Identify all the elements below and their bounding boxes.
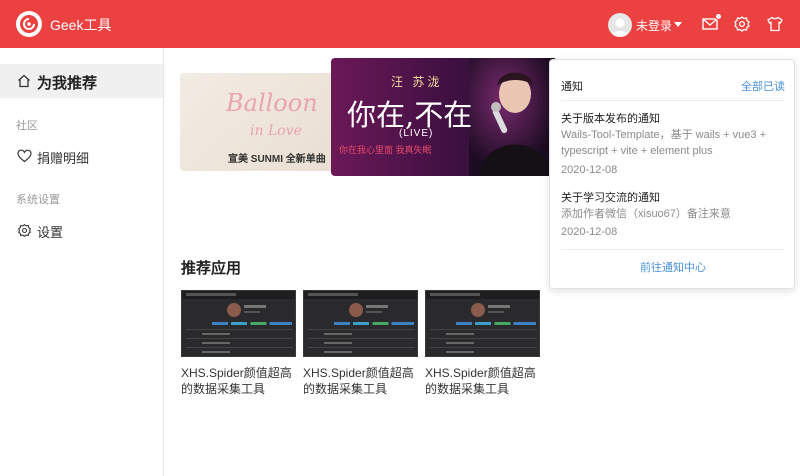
sidebar-item-label: 设置 (37, 225, 64, 240)
notice-body: 添加作者微信（xisuo67）备注来意 (561, 208, 731, 220)
sidebar-item-label: 捐赠明细 (37, 151, 90, 166)
app-card-label: XHS.Spider颜值超高的数据采集工具 (181, 366, 292, 396)
sidebar-item-recommend[interactable]: 为我推荐 (0, 64, 163, 98)
banner-tagline: 你在我心里面 我真失眠 (339, 145, 432, 155)
divider (561, 249, 785, 250)
notice-title[interactable]: 关于学习交流的通知 (561, 189, 660, 205)
avatar-icon[interactable] (608, 13, 632, 37)
app-thumbnail (181, 290, 296, 357)
app-title: Geek工具 (50, 17, 112, 33)
sidebar-group-system-settings: 系统设置 (16, 194, 60, 206)
notice-body: Wails-Tool-Template，基于 wails + vue3 + ty… (561, 129, 766, 157)
notification-title: 通知 (561, 81, 583, 93)
banner-script-text-2: in Love (250, 123, 302, 139)
settings-gear-icon[interactable] (733, 15, 751, 33)
banner-singer: 汪 苏泷 (391, 75, 443, 89)
banner-main[interactable]: 汪 苏泷 你在,不在 (LIVE) 你在我心里面 我真失眠 (331, 58, 557, 176)
notice-title[interactable]: 关于版本发布的通知 (561, 110, 660, 126)
heart-icon (17, 149, 32, 168)
divider (561, 100, 785, 101)
app-logo-icon[interactable] (16, 11, 42, 37)
banner-live-label: (LIVE) (399, 128, 434, 139)
sidebar-item-settings[interactable]: 设置 (0, 218, 163, 244)
section-title-recommended-apps: 推荐应用 (181, 260, 242, 277)
sidebar-group-community: 社区 (16, 120, 38, 132)
top-bar: Geek工具 未登录 (0, 0, 800, 48)
chevron-down-icon[interactable] (674, 22, 682, 27)
sidebar: 为我推荐 社区 捐赠明细 系统设置 设置 (0, 48, 164, 476)
notice-date: 2020-12-08 (561, 226, 618, 238)
sidebar-item-donation[interactable]: 捐赠明细 (0, 144, 163, 170)
app-thumbnail (303, 290, 418, 357)
banner-left[interactable]: Balloon in Love 宣美 SUNMI 全新单曲 (180, 73, 340, 171)
app-thumbnail (425, 290, 540, 357)
notice-date: 2020-12-08 (561, 164, 618, 176)
notification-popup: 通知 全部已读 关于版本发布的通知 Wails-Tool-Template，基于… (549, 59, 795, 289)
home-icon (17, 74, 31, 93)
singer-photo (469, 58, 557, 176)
notification-center-link[interactable]: 前往通知中心 (550, 259, 796, 275)
unread-dot (715, 13, 722, 20)
app-card-label: XHS.Spider颜值超高的数据采集工具 (303, 366, 414, 396)
login-status[interactable]: 未登录 (636, 17, 672, 34)
sidebar-item-label: 为我推荐 (37, 75, 98, 92)
gear-icon (17, 223, 32, 243)
banner-script-text: Balloon (226, 89, 318, 117)
banner-caption: 宣美 SUNMI 全新单曲 (228, 154, 326, 165)
mark-all-read-link[interactable]: 全部已读 (741, 78, 785, 94)
app-card-label: XHS.Spider颜值超高的数据采集工具 (425, 366, 536, 396)
skin-shirt-icon[interactable] (766, 15, 784, 33)
